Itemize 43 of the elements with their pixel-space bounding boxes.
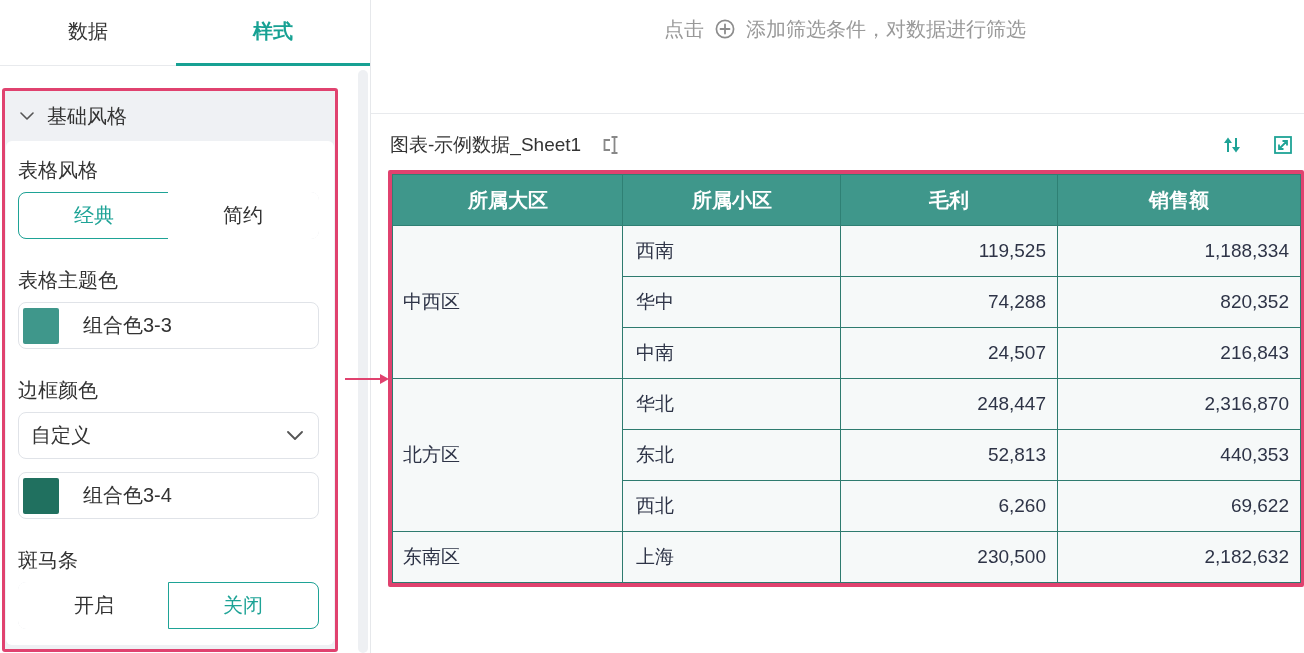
table-cell: 820,352: [1057, 276, 1301, 328]
segment-option[interactable]: 简约: [167, 192, 319, 239]
field-label: 表格风格: [18, 159, 99, 181]
table-cell: 24,507: [840, 327, 1058, 379]
table-cell: 东北: [622, 429, 841, 481]
table-cell: 2,316,870: [1057, 378, 1301, 430]
table-cell: 北方区: [392, 378, 623, 532]
plus-circle-icon[interactable]: [715, 19, 735, 39]
table-cell: 西南: [622, 225, 841, 277]
table-cell: 119,525: [840, 225, 1058, 277]
fullscreen-icon[interactable]: [1274, 136, 1292, 154]
table-cell: 440,353: [1057, 429, 1301, 481]
scrollbar[interactable]: [358, 70, 368, 653]
table-cell: 216,843: [1057, 327, 1301, 379]
chevron-down-icon: [20, 112, 34, 120]
chevron-down-icon: [287, 431, 303, 440]
table-cell: 2,182,632: [1057, 531, 1301, 583]
tab[interactable]: 数据: [0, 0, 176, 66]
table-cell: 东南区: [392, 531, 623, 583]
table-cell: 74,288: [840, 276, 1058, 328]
dropdown[interactable]: 自定义: [18, 412, 319, 459]
field-label: 表格主题色: [18, 269, 119, 291]
table-cell: 西北: [622, 480, 841, 532]
table-cell: 1,188,334: [1057, 225, 1301, 277]
field-label: 边框颜色: [18, 379, 99, 401]
table-cell: 6,260: [840, 480, 1058, 532]
hint-text: 添加筛选条件，对数据进行筛选: [746, 18, 1026, 40]
table-cell: 上海: [622, 531, 841, 583]
table-cell: 中南: [622, 327, 841, 379]
table-cell: 52,813: [840, 429, 1058, 481]
color-picker[interactable]: 组合色3-3: [18, 302, 319, 349]
hint-text: 点击: [664, 18, 704, 40]
color-picker[interactable]: 组合色3-4: [18, 472, 319, 519]
segment-option[interactable]: 开启: [18, 582, 170, 629]
table-cell: 230,500: [840, 531, 1058, 583]
table-cell: 69,622: [1057, 480, 1301, 532]
table-cell: 华中: [622, 276, 841, 328]
chart-title: 图表-示例数据_Sheet1: [390, 133, 582, 158]
swap-arrows-icon[interactable]: [1223, 136, 1241, 154]
table-cell: 248,447: [840, 378, 1058, 430]
table-cell: 中西区: [392, 225, 623, 379]
table-cell: 华北: [622, 378, 841, 430]
field-label: 斑马条: [18, 549, 79, 571]
